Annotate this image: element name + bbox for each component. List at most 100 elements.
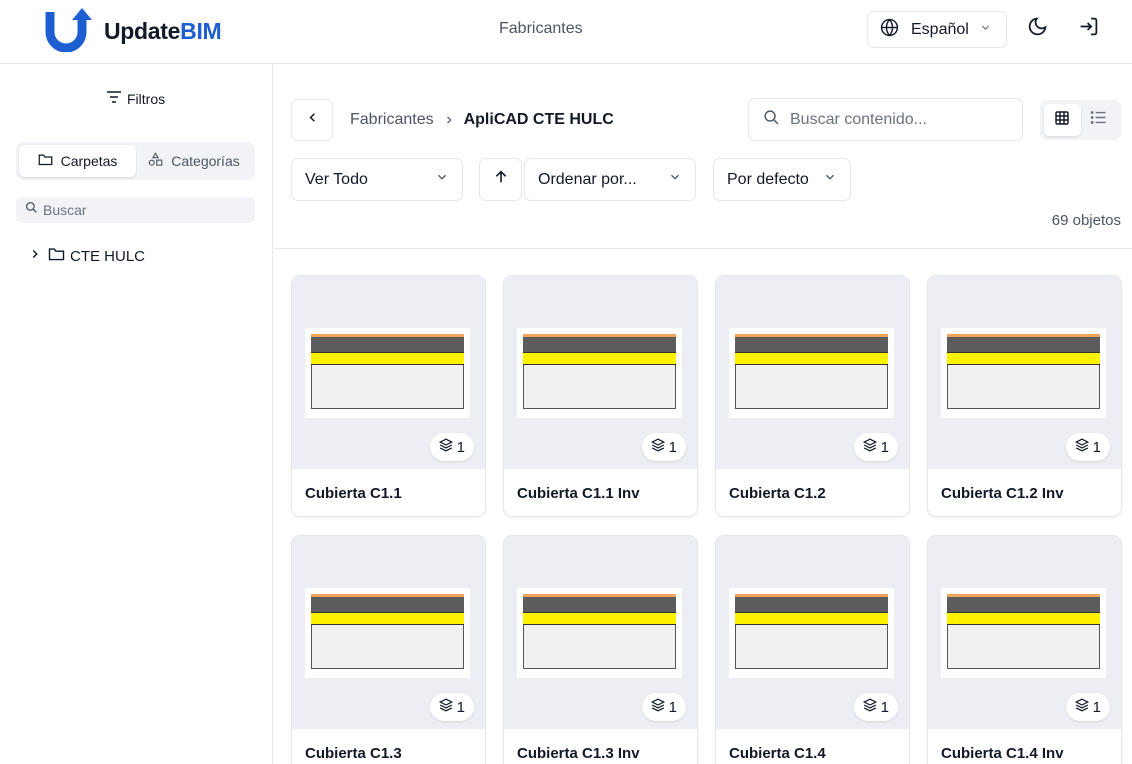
layers-icon [1074, 698, 1089, 716]
card-title: Cubierta C1.2 Inv [941, 485, 1064, 502]
object-card[interactable]: 1 Cubierta C1.2 [715, 275, 910, 517]
sort-by-label: Ordenar por... [538, 170, 637, 188]
roof-section-thumbnail [305, 328, 470, 418]
card-preview: 1 [292, 536, 485, 729]
layer-yellow [523, 612, 676, 625]
layer-base [311, 365, 464, 409]
chevron-left-icon [305, 110, 320, 130]
card-preview: 1 [928, 536, 1121, 729]
roof-section-thumbnail [729, 328, 894, 418]
logout-button[interactable] [1070, 11, 1106, 47]
layers-badge: 1 [853, 433, 898, 461]
card-title: Cubierta C1.4 Inv [941, 745, 1064, 762]
breadcrumb-current: ApliCAD CTE HULC [463, 111, 614, 128]
chevron-down-icon [823, 170, 837, 189]
app-root: UpdateBIM Fabricantes Español Filtros Ca… [0, 0, 1132, 764]
layers-badge: 1 [853, 693, 898, 721]
theme-toggle-button[interactable] [1019, 11, 1055, 47]
chevron-right-icon [443, 114, 455, 126]
back-button[interactable] [291, 99, 333, 141]
sidebar-search[interactable] [16, 197, 255, 223]
object-card[interactable]: 1 Cubierta C1.3 Inv [503, 535, 698, 764]
layer-yellow [735, 352, 888, 365]
layer-base [523, 365, 676, 409]
content-search-input[interactable] [790, 110, 1010, 129]
card-title: Cubierta C1.3 Inv [517, 745, 640, 762]
layer-base [523, 625, 676, 669]
view-segmented-control: Carpetas Categorías [16, 142, 255, 180]
list-icon [1090, 110, 1107, 130]
sort-direction-button[interactable] [479, 158, 522, 201]
layer-yellow [947, 352, 1100, 365]
filter-lines-icon [106, 90, 122, 107]
filter-select-label: Ver Todo [305, 170, 368, 188]
grid-view-button[interactable] [1044, 104, 1081, 136]
layers-count: 1 [456, 438, 465, 456]
nav-link-fabricantes[interactable]: Fabricantes [499, 20, 583, 38]
update-arrow-icon [44, 6, 96, 57]
log-out-icon [1078, 16, 1099, 42]
object-card[interactable]: 1 Cubierta C1.1 [291, 275, 486, 517]
tab-categorias[interactable]: Categorías [136, 145, 252, 177]
language-selector[interactable]: Español [867, 11, 1007, 48]
card-title: Cubierta C1.4 [729, 745, 826, 762]
tab-carpetas-label: Carpetas [60, 153, 118, 169]
layer-dark [523, 337, 676, 352]
layer-yellow [311, 612, 464, 625]
layers-badge: 1 [641, 693, 686, 721]
order-select[interactable]: Por defecto [713, 158, 851, 201]
content-search[interactable] [748, 98, 1023, 141]
layers-count: 1 [880, 438, 889, 456]
card-preview: 1 [928, 276, 1121, 469]
chevron-right-icon [28, 247, 42, 265]
sidebar: Filtros Carpetas Categorías Buscar CTE H… [0, 64, 273, 764]
object-card[interactable]: 1 Cubierta C1.4 [715, 535, 910, 764]
roof-section-thumbnail [517, 328, 682, 418]
layers-count: 1 [1092, 698, 1101, 716]
sort-by-select[interactable]: Ordenar por... [524, 158, 696, 201]
layers-count: 1 [1092, 438, 1101, 456]
card-preview: 1 [292, 276, 485, 469]
chevron-down-icon [435, 170, 449, 189]
tab-carpetas[interactable]: Carpetas [19, 145, 136, 177]
roof-section-thumbnail [941, 588, 1106, 678]
chevron-down-icon [668, 170, 682, 189]
arrow-up-icon [493, 169, 509, 190]
breadcrumb-parent[interactable]: Fabricantes [350, 111, 434, 129]
card-title: Cubierta C1.3 [305, 745, 402, 762]
card-preview: 1 [504, 536, 697, 729]
layers-count: 1 [668, 438, 677, 456]
roof-section-thumbnail [729, 588, 894, 678]
tree-item-label: CTE HULC [70, 247, 146, 265]
layer-base [735, 365, 888, 409]
layer-dark [735, 337, 888, 352]
layer-base [947, 625, 1100, 669]
list-view-button[interactable] [1081, 104, 1118, 136]
card-title: Cubierta C1.2 [729, 485, 826, 502]
sidebar-search-input[interactable] [43, 202, 243, 218]
tree-item-cte-hulc[interactable]: CTE HULC [28, 247, 145, 265]
object-card[interactable]: 1 Cubierta C1.3 [291, 535, 486, 764]
layer-dark [311, 597, 464, 612]
layer-yellow [735, 612, 888, 625]
brand-logo[interactable]: UpdateBIM [44, 6, 222, 57]
card-preview: 1 [716, 536, 909, 729]
object-count: 69 objetos [1051, 212, 1121, 229]
layer-base [311, 625, 464, 669]
layer-dark [523, 597, 676, 612]
layers-icon [650, 698, 665, 716]
object-card[interactable]: 1 Cubierta C1.4 Inv [927, 535, 1122, 764]
layers-badge: 1 [429, 693, 474, 721]
top-header: UpdateBIM Fabricantes Español [0, 0, 1132, 64]
layers-badge: 1 [1065, 693, 1110, 721]
layers-badge: 1 [641, 433, 686, 461]
filter-select[interactable]: Ver Todo [291, 158, 463, 201]
view-mode-toggle [1040, 100, 1121, 140]
search-icon [25, 201, 38, 219]
object-card[interactable]: 1 Cubierta C1.2 Inv [927, 275, 1122, 517]
layer-yellow [523, 352, 676, 365]
object-card[interactable]: 1 Cubierta C1.1 Inv [503, 275, 698, 517]
moon-icon [1027, 16, 1048, 42]
filters-toggle[interactable]: Filtros [106, 90, 165, 107]
layer-dark [311, 337, 464, 352]
